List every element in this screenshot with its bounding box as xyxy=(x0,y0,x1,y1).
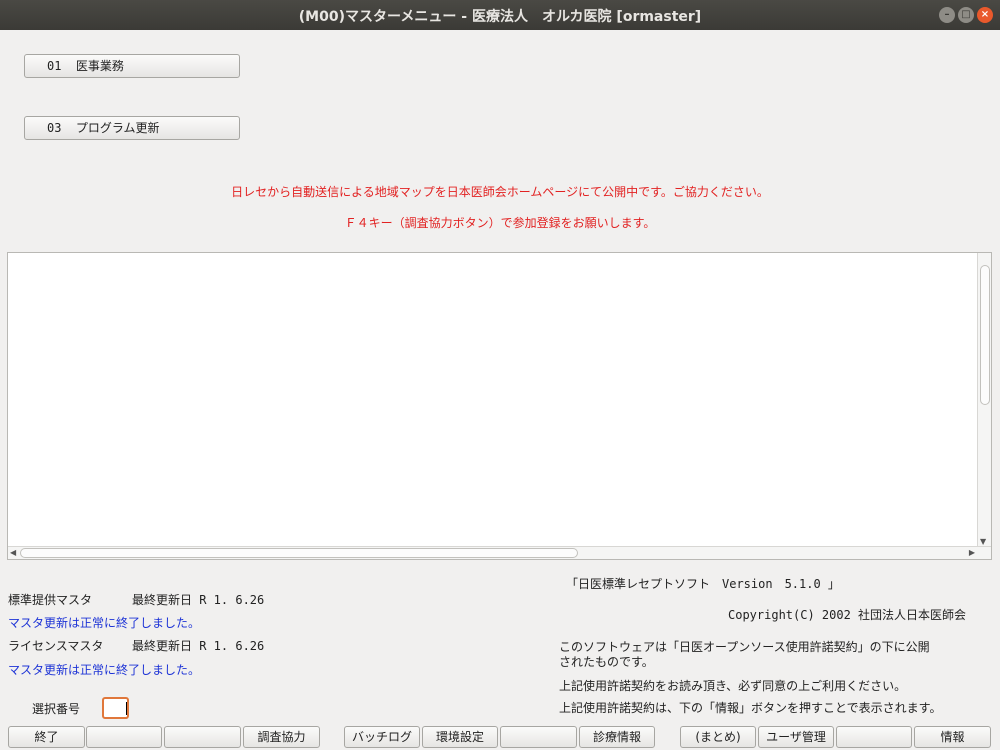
fkey-9-summary-button[interactable]: (まとめ) xyxy=(680,726,756,748)
window-title: (M00)マスターメニュー - 医療法人 オルカ医院 [ormaster] xyxy=(298,9,702,25)
minimize-icon[interactable]: – xyxy=(939,7,955,23)
scroll-down-arrow-icon[interactable]: ▼ xyxy=(980,537,986,546)
vertical-scrollbar[interactable]: ▼ xyxy=(977,253,991,548)
license-text-4: 上記使用許諾契約は、下の「情報」ボタンを押すことで表示されます。 xyxy=(559,701,942,715)
fkey-5-batch-log-button[interactable]: バッチログ xyxy=(344,726,420,748)
function-key-bar: 終了 調査協力 バッチログ 環境設定 診療情報 (まとめ) ユーザ管理 情報 xyxy=(0,726,1000,750)
standard-master-date: 最終更新日 R 1. 6.26 xyxy=(132,593,265,607)
fkey-6-settings-button[interactable]: 環境設定 xyxy=(422,726,498,748)
fkey-3-button[interactable] xyxy=(164,726,241,748)
standard-master-status: マスタ更新は正常に終了しました。 xyxy=(8,616,201,630)
menu-label: プログラム更新 xyxy=(75,121,160,135)
menu-code: 03 xyxy=(47,121,62,135)
selection-number-label: 選択番号 xyxy=(32,702,81,716)
horizontal-scroll-thumb[interactable] xyxy=(20,548,578,558)
license-text-3: 上記使用許諾契約をお読み頂き、必ず同意の上ご利用ください。 xyxy=(559,679,907,693)
fkey-11-button[interactable] xyxy=(836,726,912,748)
message-list[interactable]: ▼ ◀ ▶ xyxy=(7,252,992,560)
selection-number-input[interactable] xyxy=(102,697,129,719)
maximize-icon[interactable]: □ xyxy=(958,7,974,23)
notice-map-publication: 日レセから自動送信による地域マップを日本医師会ホームページにて公開中です。ご協力… xyxy=(231,185,769,199)
vertical-scroll-thumb[interactable] xyxy=(980,265,990,405)
scroll-right-arrow-icon[interactable]: ▶ xyxy=(969,548,975,557)
fkey-8-medical-info-button[interactable]: 診療情報 xyxy=(579,726,655,748)
horizontal-scrollbar[interactable]: ◀ ▶ xyxy=(8,546,991,559)
fkey-4-survey-button[interactable]: 調査協力 xyxy=(243,726,320,748)
license-master-label: ライセンスマスタ xyxy=(8,639,104,653)
product-version: 「日医標準レセプトソフト Version 5.1.0 」 xyxy=(566,577,840,591)
text-caret xyxy=(126,702,127,715)
fkey-1-exit-button[interactable]: 終了 xyxy=(8,726,85,748)
license-master-status: マスタ更新は正常に終了しました。 xyxy=(8,663,201,677)
scroll-left-arrow-icon[interactable]: ◀ xyxy=(10,548,16,557)
notice-f4-registration: Ｆ４キー（調査協力ボタン）で参加登録をお願いします。 xyxy=(344,216,656,230)
standard-master-label: 標準提供マスタ xyxy=(8,593,93,607)
license-text-2: されたものです。 xyxy=(559,655,654,669)
fkey-7-button[interactable] xyxy=(500,726,577,748)
menu-code: 01 xyxy=(47,59,62,73)
license-master-date: 最終更新日 R 1. 6.26 xyxy=(132,639,265,653)
fkey-10-user-admin-button[interactable]: ユーザ管理 xyxy=(758,726,834,748)
fkey-12-info-button[interactable]: 情報 xyxy=(914,726,991,748)
close-icon[interactable]: × xyxy=(977,7,993,23)
menu-label: 医事業務 xyxy=(75,59,124,73)
menu-button-program-update[interactable]: 03 プログラム更新 xyxy=(24,116,240,140)
fkey-2-button[interactable] xyxy=(86,726,162,748)
menu-button-medical-affairs[interactable]: 01 医事業務 xyxy=(24,54,240,78)
window-titlebar: (M00)マスターメニュー - 医療法人 オルカ医院 [ormaster] – … xyxy=(0,0,1000,30)
copyright: Copyright(C) 2002 社団法人日本医師会 xyxy=(728,608,967,622)
